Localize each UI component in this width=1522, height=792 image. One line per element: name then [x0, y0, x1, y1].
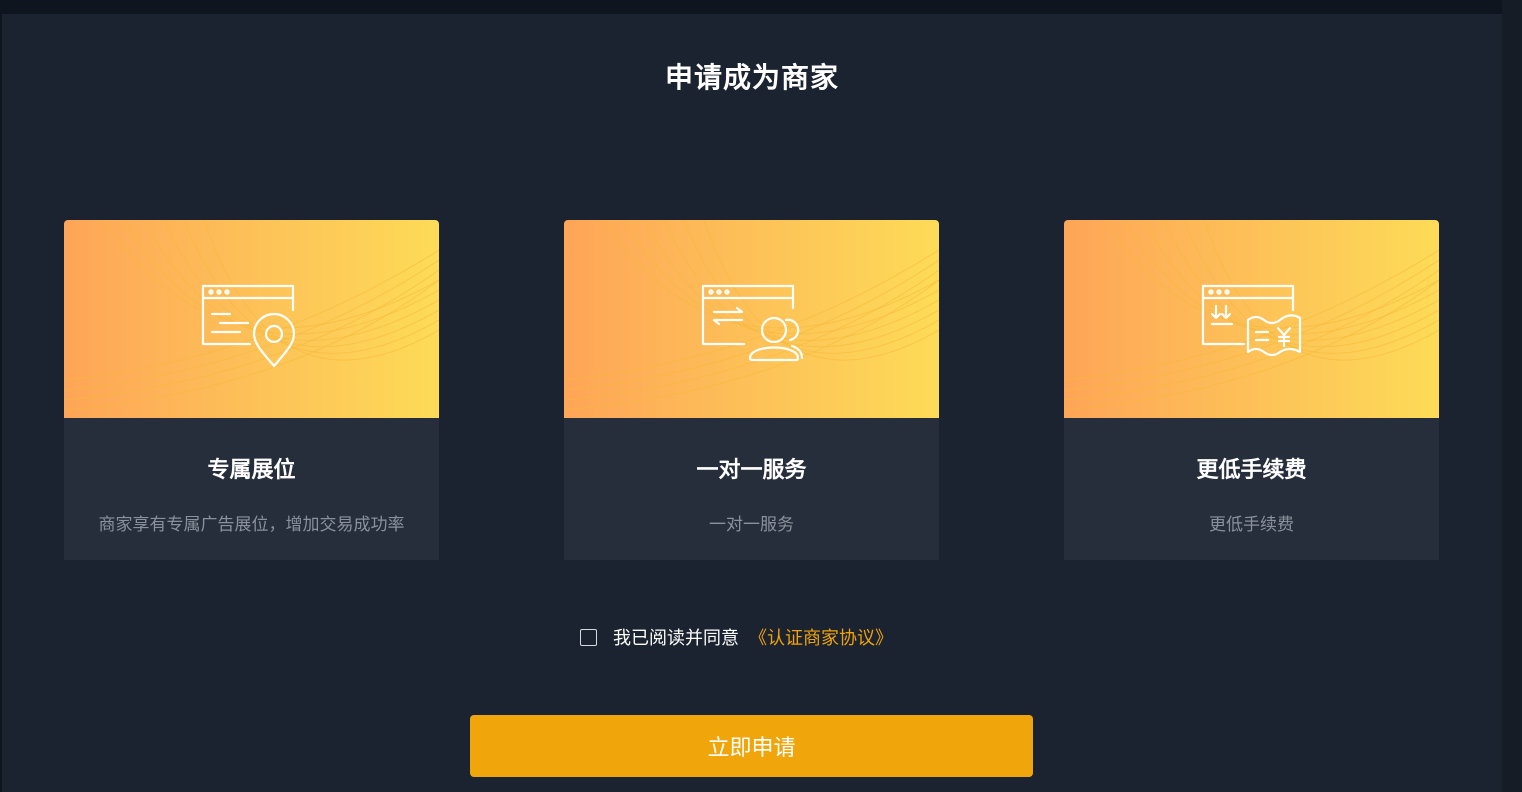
- card-banner: [1064, 220, 1439, 418]
- merchant-agreement-link[interactable]: 《认证商家协议》: [749, 624, 893, 650]
- agreement-row: 我已阅读并同意 《认证商家协议》: [580, 625, 893, 649]
- display-location-icon: [201, 284, 296, 368]
- card-banner: [564, 220, 939, 418]
- apply-now-button[interactable]: 立即申请: [470, 715, 1033, 777]
- page-title: 申请成为商家: [664, 61, 839, 94]
- fee-ticket-icon: [1201, 284, 1302, 357]
- feature-card-one-on-one-service: 一对一服务 一对一服务: [564, 220, 939, 560]
- card-title: 专属展位: [207, 458, 296, 483]
- feature-card-exclusive-booth: 专属展位 商家享有专属广告展位，增加交易成功率: [64, 220, 439, 560]
- card-title: 更低手续费: [1196, 458, 1307, 483]
- right-edge: [1502, 0, 1522, 792]
- card-description: 一对一服务: [709, 515, 794, 535]
- feature-card-lower-fees: 更低手续费 更低手续费: [1064, 220, 1439, 560]
- card-description: 更低手续费: [1209, 515, 1294, 535]
- card-description: 商家享有专属广告展位，增加交易成功率: [98, 515, 405, 535]
- merchant-application-panel: 申请成为商家 专属展位 商家享有专属广告展位，增加交易成功率 一对一服务 一对一…: [2, 14, 1502, 792]
- card-banner: [64, 220, 439, 418]
- transfer-user-icon: [701, 284, 804, 362]
- card-title: 一对一服务: [696, 458, 807, 483]
- agreement-checkbox[interactable]: [580, 628, 597, 646]
- agreement-text: 我已阅读并同意: [613, 628, 739, 649]
